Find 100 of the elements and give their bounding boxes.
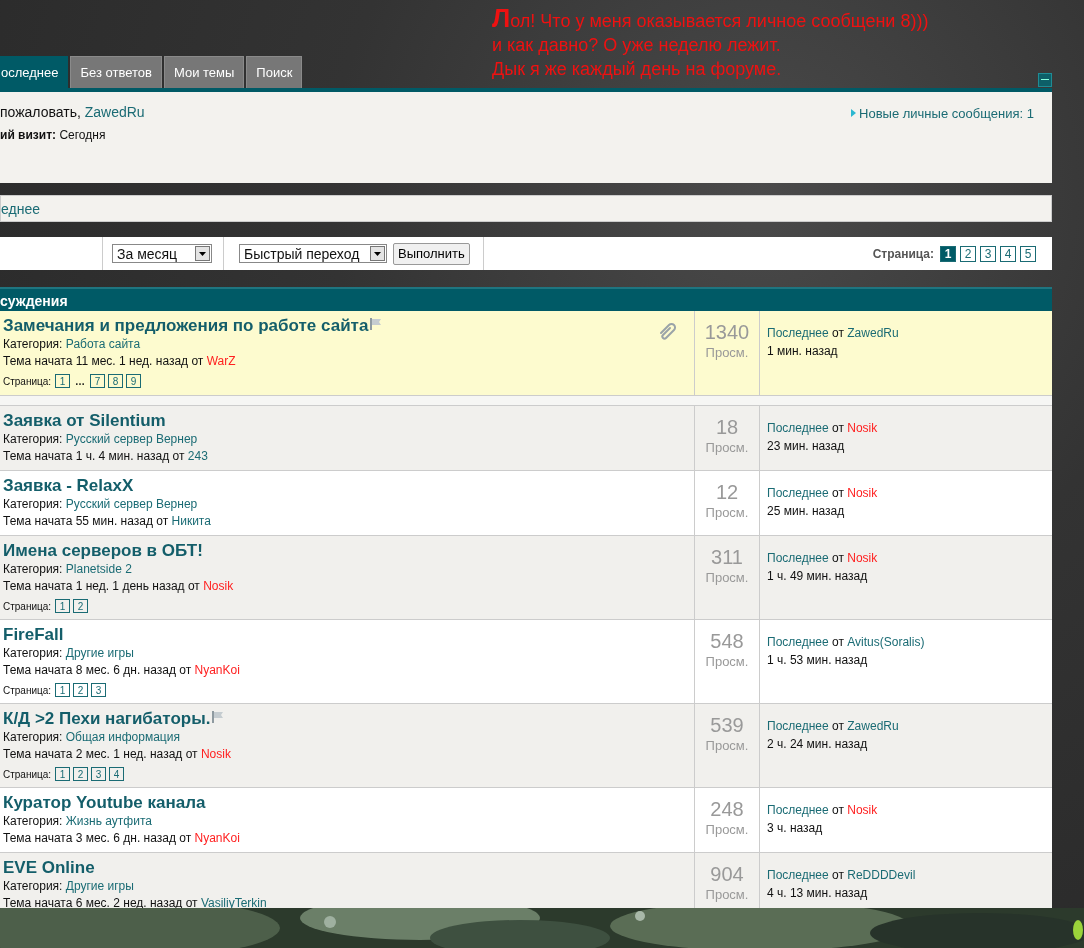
last-post-link[interactable]: Последнее: [767, 421, 829, 435]
topic-title[interactable]: Куратор Youtube канала: [3, 792, 206, 813]
nav-tab[interactable]: Без ответов: [70, 56, 162, 88]
page-link[interactable]: 9: [126, 374, 142, 388]
author-link[interactable]: WarZ: [206, 354, 236, 368]
started-text: Тема начата 8 мес. 6 дн. назад от: [3, 663, 192, 677]
caret-icon: [370, 246, 385, 261]
started-text: Тема начата 2 мес. 1 нед. назад от: [3, 747, 198, 761]
page-link[interactable]: 2: [73, 683, 89, 697]
arrow-icon: [851, 109, 857, 117]
last-post-link[interactable]: Последнее: [767, 635, 829, 649]
from-text: от: [832, 868, 844, 882]
page-link[interactable]: 1: [940, 245, 956, 262]
user-link[interactable]: ZawedRu: [84, 104, 145, 120]
page-link[interactable]: 3: [91, 683, 107, 697]
author-link[interactable]: Nosik: [200, 747, 231, 761]
page-link[interactable]: 2: [73, 599, 89, 613]
annotation-text: и как давно? О уже неделю лежит.: [492, 34, 782, 57]
page-link[interactable]: 3: [91, 767, 107, 781]
started-text: Тема начата 1 ч. 4 мин. назад от: [3, 449, 185, 463]
last-post-link[interactable]: Последнее: [767, 326, 829, 340]
category-label: Категория:: [3, 646, 63, 660]
last-post-link[interactable]: Последнее: [767, 486, 829, 500]
category-label: Категория:: [3, 814, 63, 828]
author-link[interactable]: Nosik: [847, 421, 878, 435]
last-post-link[interactable]: Последнее: [767, 868, 829, 882]
breadcrumb-link[interactable]: еднее: [1, 201, 40, 217]
started-text: Тема начата 1 нед. 1 день назад от: [3, 579, 200, 593]
author-link[interactable]: ZawedRu: [847, 719, 899, 733]
page-link[interactable]: 8: [108, 374, 124, 388]
views-label: Просм.: [704, 821, 750, 839]
pages-label: Страница:: [3, 375, 52, 387]
minimize-icon[interactable]: [1038, 73, 1052, 87]
messages-link[interactable]: Новые личные сообщения: 1: [859, 105, 1034, 121]
author-link[interactable]: ZawedRu: [847, 326, 899, 340]
page-link[interactable]: 2: [73, 767, 89, 781]
views-count: 12: [714, 481, 740, 503]
category-link[interactable]: Работа сайта: [65, 337, 141, 351]
author-link[interactable]: ReDDDDevil: [847, 868, 916, 882]
page-link[interactable]: 1: [55, 767, 71, 781]
page-link[interactable]: 3: [980, 245, 996, 262]
page-link[interactable]: 1: [55, 683, 71, 697]
page-link[interactable]: 4: [1000, 245, 1016, 262]
category-label: Категория:: [3, 337, 63, 351]
dropdown[interactable]: Быстрый переход: [239, 244, 387, 263]
author-link[interactable]: Nosik: [203, 579, 234, 593]
author-link[interactable]: VasiliyTerkin: [200, 896, 267, 910]
nav-tab[interactable]: оследнее: [0, 56, 69, 88]
topic-title[interactable]: FireFall: [3, 624, 64, 645]
topic-title[interactable]: EVE Online: [3, 857, 95, 878]
started-text: Тема начата 3 мес. 6 дн. назад от: [3, 831, 192, 845]
started-text: Тема начата 11 мес. 1 нед. назад от: [3, 354, 204, 368]
topic-title[interactable]: Замечания и предложения по работе сайта: [3, 315, 369, 336]
ellipsis-text: …: [75, 375, 86, 387]
last-post-time: 1 мин. назад: [767, 343, 839, 360]
page-link[interactable]: 1: [55, 599, 71, 613]
page-link[interactable]: 5: [1020, 245, 1036, 262]
page-link[interactable]: 4: [109, 767, 125, 781]
category-link[interactable]: Русский сервер Вернер: [65, 497, 198, 511]
last-post-link[interactable]: Последнее: [767, 803, 829, 817]
from-text: от: [832, 326, 844, 340]
nav-tab[interactable]: Мои темы: [163, 56, 245, 88]
last-post-time: 2 ч. 24 мин. назад: [767, 736, 869, 753]
author-link[interactable]: NyanKoi: [194, 831, 240, 845]
author-link[interactable]: Nosik: [847, 803, 878, 817]
category-link[interactable]: Planetside 2: [65, 562, 132, 576]
topic-title[interactable]: Заявка от Silentium: [3, 410, 166, 431]
views-label: Просм.: [704, 344, 750, 362]
category-link[interactable]: Другие игры: [65, 646, 134, 660]
topic-title[interactable]: К/Д >2 Пехи нагибаторы.: [3, 708, 211, 729]
category-link[interactable]: Общая информация: [65, 730, 180, 744]
last-post-link[interactable]: Последнее: [767, 551, 829, 565]
category-link[interactable]: Русский сервер Вернер: [65, 432, 198, 446]
author-link[interactable]: Nosik: [847, 551, 878, 565]
topic-title[interactable]: Имена серверов в ОБТ!: [3, 540, 203, 561]
page-link[interactable]: 2: [960, 245, 976, 262]
category-link[interactable]: Другие игры: [65, 879, 134, 893]
dropdown[interactable]: За месяц: [112, 244, 212, 263]
author-link[interactable]: Nosik: [847, 486, 878, 500]
author-link[interactable]: Никита: [171, 514, 211, 528]
last-post-link[interactable]: Последнее: [767, 719, 829, 733]
nav-tab[interactable]: Поиск: [246, 56, 303, 88]
category-label: Категория:: [3, 497, 63, 511]
author-link[interactable]: NyanKoi: [194, 663, 240, 677]
topic-title[interactable]: Заявка - RelaxX: [3, 475, 134, 496]
pages-label: Страница:: [872, 246, 934, 261]
from-text: от: [832, 803, 844, 817]
go-button[interactable]: Выполнить: [393, 242, 470, 265]
author-link[interactable]: Avitus(Soralis): [847, 635, 925, 649]
category-label: Категория:: [3, 432, 63, 446]
views-count: 539: [709, 714, 745, 736]
page-link[interactable]: 1: [55, 374, 71, 388]
page-link[interactable]: 7: [90, 374, 106, 388]
last-post-time: 4 ч. 13 мин. назад: [767, 885, 869, 902]
views-label: Просм.: [704, 569, 750, 587]
caret-icon: [195, 246, 210, 261]
author-link[interactable]: 243: [187, 449, 208, 463]
from-text: от: [832, 635, 844, 649]
category-link[interactable]: Жизнь аутфита: [65, 814, 152, 828]
from-text: от: [832, 551, 844, 565]
